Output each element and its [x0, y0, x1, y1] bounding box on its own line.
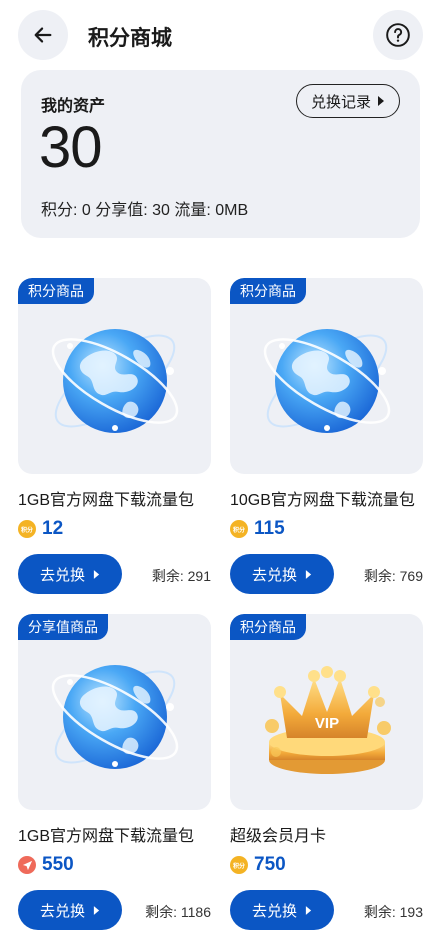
redeem-label: 去兑换 — [251, 902, 297, 920]
vip-crown-icon: VIP — [265, 666, 391, 774]
product-name: 1GB官方网盘下载流量包 — [18, 492, 195, 509]
product-image[interactable]: 积分商品 — [230, 278, 423, 474]
price-row: 积分 115 — [230, 518, 285, 540]
coin-label: 积分 — [232, 863, 245, 870]
remaining-count: 剩余: 291 — [151, 568, 211, 584]
product-tag: 积分商品 — [18, 278, 94, 304]
remaining-count: 剩余: 1186 — [145, 904, 211, 920]
price-row: 积分 12 — [18, 518, 63, 540]
caret-right-icon — [93, 905, 100, 915]
product-image[interactable]: 积分商品 — [18, 278, 211, 474]
assets-detail: 积分: 0 分享值: 30 流量: 0MB — [41, 202, 249, 219]
caret-right-icon — [93, 569, 100, 579]
caret-right-icon — [305, 569, 312, 579]
globe-icon — [51, 665, 179, 769]
product-tag: 分享值商品 — [18, 614, 108, 640]
product-price: 750 — [254, 854, 286, 875]
redeem-label: 去兑换 — [251, 566, 297, 584]
globe-icon — [263, 329, 391, 433]
remaining-count: 剩余: 769 — [363, 568, 423, 584]
points-coin-icon: 积分 — [230, 520, 248, 538]
product-tag: 积分商品 — [230, 278, 306, 304]
share-plane-icon — [18, 856, 36, 874]
caret-right-icon — [378, 96, 384, 106]
price-row: 积分 750 — [230, 854, 286, 876]
back-button[interactable] — [18, 10, 68, 60]
exchange-history-button[interactable]: 兑换记录 — [296, 84, 400, 118]
assets-card: 我的资产 30 积分: 0 分享值: 30 流量: 0MB 兑换记录 — [21, 70, 420, 238]
redeem-button[interactable]: 去兑换 — [18, 890, 122, 930]
globe-icon — [51, 329, 179, 433]
product-price: 115 — [254, 518, 285, 539]
caret-right-icon — [305, 905, 312, 915]
product-image[interactable]: VIP 积分商品 — [230, 614, 423, 810]
product-name: 超级会员月卡 — [230, 828, 327, 845]
redeem-button[interactable]: 去兑换 — [18, 554, 122, 594]
page-title: 积分商城 — [88, 27, 172, 50]
app-header: 积分商城 — [0, 0, 436, 72]
redeem-label: 去兑换 — [39, 566, 85, 584]
exchange-history-label: 兑换记录 — [310, 93, 371, 111]
points-coin-icon: 积分 — [230, 856, 248, 874]
coin-label: 积分 — [20, 527, 33, 534]
redeem-label: 去兑换 — [39, 902, 85, 920]
assets-value: 30 — [39, 115, 103, 180]
product-name: 1GB官方网盘下载流量包 — [18, 828, 195, 845]
redeem-button[interactable]: 去兑换 — [230, 554, 334, 594]
remaining-count: 剩余: 193 — [363, 904, 423, 920]
vip-text: VIP — [315, 715, 339, 732]
product-image[interactable]: 分享值商品 — [18, 614, 211, 810]
product-tag: 积分商品 — [230, 614, 306, 640]
product-name: 10GB官方网盘下载流量包 — [230, 492, 415, 509]
price-row: 550 — [18, 854, 74, 876]
assets-title: 我的资产 — [41, 98, 106, 115]
product-price: 12 — [42, 518, 64, 539]
question-circle-icon — [386, 23, 410, 47]
product-price: 550 — [42, 854, 74, 875]
redeem-button[interactable]: 去兑换 — [230, 890, 334, 930]
help-button[interactable] — [373, 10, 423, 60]
arrow-left-icon — [34, 27, 52, 43]
points-coin-icon: 积分 — [18, 520, 36, 538]
coin-label: 积分 — [232, 527, 245, 534]
